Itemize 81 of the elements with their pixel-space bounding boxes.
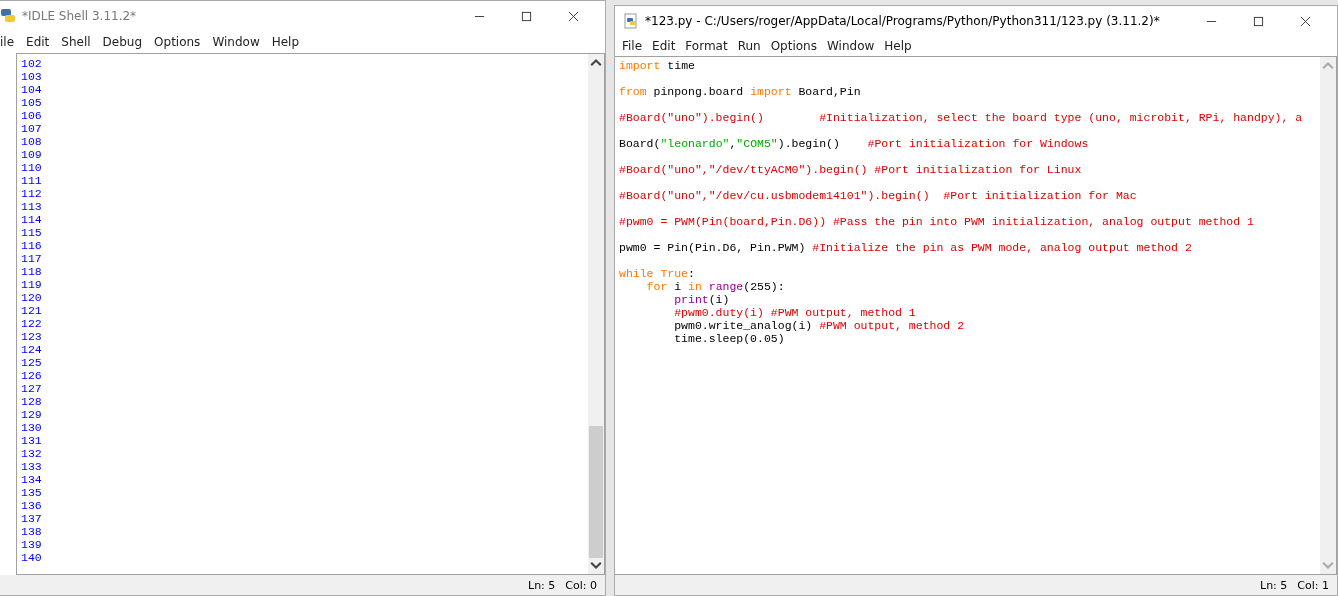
menu-item[interactable]: Options	[765, 39, 822, 53]
output-line: 134	[21, 473, 42, 486]
output-line: 110	[21, 161, 42, 174]
output-line: 106	[21, 109, 42, 122]
maximize-icon[interactable]	[1253, 15, 1264, 27]
output-line: 107	[21, 122, 42, 135]
output-line: 127	[21, 382, 42, 395]
output-line: 138	[21, 525, 42, 538]
output-line: 114	[21, 213, 42, 226]
output-line: 111	[21, 174, 42, 187]
code-line: time.sleep(0.05)	[673, 332, 785, 345]
menu-item[interactable]: File	[617, 39, 648, 53]
output-line: 117	[21, 252, 42, 265]
code-line: import time	[619, 59, 695, 72]
output-line: 108	[21, 135, 42, 148]
code-line: #pwm0.duty(i) #PWM output, method 1	[673, 306, 916, 319]
output-line: 109	[21, 148, 42, 161]
output-line: 123	[21, 330, 42, 343]
close-icon[interactable]	[1300, 15, 1311, 27]
code-line: #Board("uno","/dev/ttyACM0").begin() #Port initialization for Linux	[619, 163, 1082, 176]
close-icon[interactable]	[568, 10, 579, 22]
output-line: 125	[21, 356, 42, 369]
output-line: 120	[21, 291, 42, 304]
menu-item[interactable]: Edit	[20, 35, 56, 49]
menu-item[interactable]: Help	[265, 35, 306, 49]
output-line: 102	[21, 57, 42, 70]
output-line: 135	[21, 486, 42, 499]
output-line: 139	[21, 538, 42, 551]
code-line: from pinpong.board import Board,Pin	[619, 85, 861, 98]
output-line: 103	[21, 70, 42, 83]
output-line: 124	[21, 343, 42, 356]
output-line: 140	[21, 551, 42, 564]
menu-item[interactable]: Shell	[55, 35, 97, 49]
menu-item[interactable]: Edit	[647, 39, 681, 53]
menu-item[interactable]: Format	[680, 39, 733, 53]
output-line: 122	[21, 317, 42, 330]
menu-item[interactable]: ile	[0, 35, 21, 49]
output-line: 129	[21, 408, 42, 421]
code-line: print(i)	[673, 293, 730, 306]
code-line: while True:	[619, 267, 695, 280]
output-line: 133	[21, 460, 42, 473]
output-line: 105	[21, 96, 42, 109]
scroll-thumb[interactable]	[589, 426, 603, 558]
code-line: #Board("uno").begin() #Initialization, select the board type (uno, microbit, RPi, handpy), a	[619, 111, 1303, 124]
output-line: 112	[21, 187, 42, 200]
menu-item[interactable]: Run	[732, 39, 766, 53]
window-title: *IDLE Shell 3.11.2*	[22, 9, 137, 23]
python-file-icon	[623, 13, 639, 29]
output-line: 126	[21, 369, 42, 382]
code-line: #Board("uno","/dev/cu.usbmodem14101").begin() #Port initialization for Mac	[619, 189, 1137, 202]
column-status: Col: 0	[565, 578, 597, 592]
menu-item[interactable]: Options	[148, 35, 207, 49]
output-line: 137	[21, 512, 42, 525]
python-icon	[0, 8, 16, 24]
code-line: #pwm0 = PWM(Pin(board,Pin.D6)) #Pass the pin into PWM initialization, analog output method 1	[619, 215, 1254, 228]
code-line: Board("leonardo","COM5").begin() #Port initialization for Windows	[619, 137, 1089, 150]
output-line: 119	[21, 278, 42, 291]
output-line: 121	[21, 304, 42, 317]
maximize-icon[interactable]	[521, 10, 532, 22]
output-line: 104	[21, 83, 42, 96]
menu-item[interactable]: Window	[821, 39, 880, 53]
output-line: 116	[21, 239, 42, 252]
code-line: pwm0.write_analog(i) #PWM output, method 2	[673, 319, 965, 332]
output-line: 118	[21, 265, 42, 278]
window-title: *123.py - C:/Users/roger/AppData/Local/Programs/Python/Python311/123.py (3.11.2)*	[645, 14, 1160, 28]
code-line: pwm0 = Pin(Pin.D6, Pin.PWM) #Initialize the pin as PWM mode, analog output method 2	[619, 241, 1192, 254]
menu-item[interactable]: Window	[206, 35, 266, 49]
menu-item[interactable]: Debug	[96, 35, 149, 49]
output-line: 132	[21, 447, 42, 460]
output-line: 113	[21, 200, 42, 213]
code-line: for i in range(255):	[645, 280, 785, 293]
line-status: Ln: 5	[1260, 578, 1288, 592]
column-status: Col: 1	[1297, 578, 1329, 592]
output-line: 128	[21, 395, 42, 408]
menu-item[interactable]: Help	[879, 39, 917, 53]
output-line: 131	[21, 434, 42, 447]
line-status: Ln: 5	[528, 578, 556, 592]
output-line: 136	[21, 499, 42, 512]
output-line: 130	[21, 421, 42, 434]
scrollbar[interactable]	[588, 54, 604, 574]
output-line: 115	[21, 226, 42, 239]
